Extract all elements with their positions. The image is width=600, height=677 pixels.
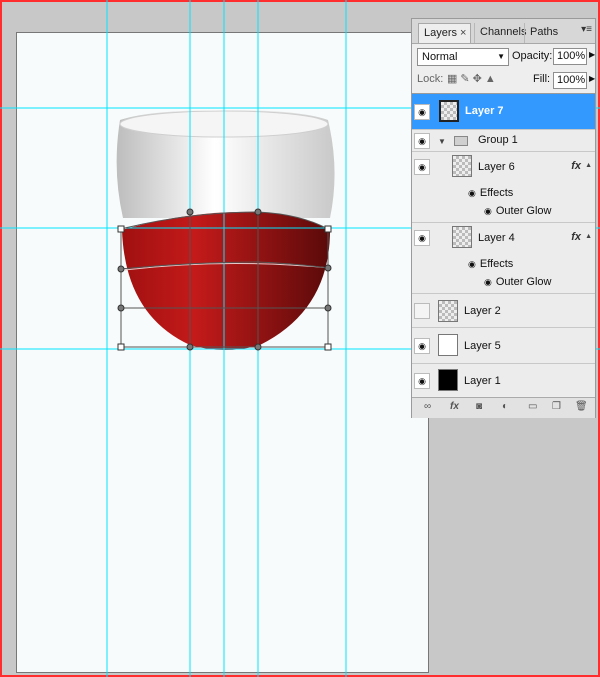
layer-name: Layer 1 xyxy=(464,375,501,387)
opacity-slider-arrow-icon[interactable]: ▶ xyxy=(589,50,595,59)
tab-paths[interactable]: Paths xyxy=(524,23,562,43)
layers-panel: Layers × Channels Paths ▾≡ Normal ▼ Opaci… xyxy=(411,18,596,418)
collapse-effects-icon[interactable]: ▲ xyxy=(585,233,592,240)
eye-icon[interactable]: ◉ xyxy=(468,259,476,270)
fx-icon[interactable]: fx xyxy=(450,401,459,412)
adjustment-icon[interactable]: ◐ xyxy=(502,401,508,412)
fill-field[interactable]: 100% xyxy=(553,72,587,89)
lock-icons[interactable]: ▦✎✥▲ xyxy=(447,72,499,85)
tab-channels[interactable]: Channels xyxy=(474,23,530,43)
layer-row-layer-1[interactable]: ◉ Layer 1 xyxy=(412,364,595,396)
effects-label: ◉ Effects xyxy=(468,187,513,199)
new-group-icon[interactable]: ▭ xyxy=(528,401,537,412)
layers-list: ◉ Layer 7 ◉ ▼ Group 1 ◉ Layer 6 fx ▲ ◉ Ef… xyxy=(412,93,595,396)
layer-name: Layer 2 xyxy=(464,305,501,317)
fill-slider-arrow-icon[interactable]: ▶ xyxy=(589,74,595,83)
fx-icon[interactable]: fx xyxy=(571,231,581,243)
link-icon[interactable]: ∞ xyxy=(424,401,431,412)
panel-tabbar: Layers × Channels Paths ▾≡ xyxy=(412,19,595,44)
lock-label: Lock: xyxy=(417,73,444,85)
effect-outer-glow: ◉ Outer Glow xyxy=(484,205,552,217)
triangle-down-icon[interactable]: ▼ xyxy=(438,137,446,146)
fill-label: Fill: xyxy=(533,73,551,85)
layer-1-thumbnail xyxy=(438,369,458,391)
layer-7-thumbnail xyxy=(439,100,459,122)
lock-row: Lock: ▦✎✥▲ Fill: 100% ▶ xyxy=(412,69,595,91)
layer-name: Group 1 xyxy=(478,134,518,146)
effect-outer-glow: ◉ Outer Glow xyxy=(484,276,552,288)
layer-row-group-1[interactable]: ◉ ▼ Group 1 xyxy=(412,130,595,152)
layer-name: Layer 7 xyxy=(465,105,504,117)
eye-icon[interactable]: ◉ xyxy=(484,206,492,217)
folder-icon xyxy=(454,136,468,146)
opacity-label: Opacity: xyxy=(512,50,553,62)
eye-icon[interactable]: ◉ xyxy=(414,133,430,149)
eye-icon[interactable]: ◉ xyxy=(414,230,430,246)
effects-text: Effects xyxy=(479,258,514,270)
eye-icon[interactable]: ◉ xyxy=(414,104,430,120)
layer-6-thumbnail xyxy=(452,155,472,177)
blend-mode-value: Normal xyxy=(422,51,458,63)
tab-layers[interactable]: Layers × xyxy=(418,23,472,43)
effect-text: Outer Glow xyxy=(495,276,552,288)
layer-row-layer-2[interactable]: ◉ Layer 2 xyxy=(412,294,595,328)
brush-icon[interactable]: ✎ xyxy=(460,73,472,85)
layer-name: Layer 4 xyxy=(478,232,515,244)
layer-row-layer-5[interactable]: ◉ Layer 5 xyxy=(412,328,595,364)
eye-icon[interactable]: ◉ xyxy=(484,277,492,288)
collapse-effects-icon[interactable]: ▲ xyxy=(585,162,592,169)
eye-icon[interactable]: ◉ xyxy=(414,303,430,319)
layer-4-thumbnail xyxy=(452,226,472,248)
layer-row-layer-7[interactable]: ◉ Layer 7 xyxy=(412,94,595,130)
eye-icon[interactable]: ◉ xyxy=(414,159,430,175)
layer-row-layer-6[interactable]: ◉ Layer 6 fx ▲ ◉ Effects ◉ Outer Glow xyxy=(412,152,595,223)
tab-paths-label: Paths xyxy=(530,26,559,38)
lock-transparent-icon[interactable]: ▦ xyxy=(447,73,460,85)
panel-menu-icon[interactable]: ▾≡ xyxy=(581,24,592,35)
layer-row-layer-4[interactable]: ◉ Layer 4 fx ▲ ◉ Effects ◉ Outer Glow xyxy=(412,223,595,294)
trash-icon[interactable]: 🗑 xyxy=(575,401,588,412)
wine-liquid xyxy=(122,211,330,350)
layers-panel-footer: ∞ fx ◙ ◐ ▭ ❐ 🗑 xyxy=(412,397,595,418)
layer-name: Layer 5 xyxy=(464,340,501,352)
layer-2-thumbnail xyxy=(438,300,458,322)
effect-text: Outer Glow xyxy=(495,205,552,217)
layer-name: Layer 6 xyxy=(478,161,515,173)
eye-icon[interactable]: ◉ xyxy=(414,338,430,354)
lock-icon[interactable]: ▲ xyxy=(485,73,499,85)
effects-text: Effects xyxy=(479,187,514,199)
layer-5-thumbnail xyxy=(438,334,458,356)
effects-label: ◉ Effects xyxy=(468,258,513,270)
move-icon[interactable]: ✥ xyxy=(473,73,485,85)
close-icon[interactable]: × xyxy=(460,27,466,39)
photoshop-workspace: Layers × Channels Paths ▾≡ Normal ▼ Opaci… xyxy=(0,0,600,677)
fx-icon[interactable]: fx xyxy=(571,160,581,172)
mask-icon[interactable]: ◙ xyxy=(476,401,482,412)
new-layer-icon[interactable]: ❐ xyxy=(552,401,561,412)
blend-mode-select[interactable]: Normal ▼ xyxy=(417,48,509,66)
eye-icon[interactable]: ◉ xyxy=(468,188,476,199)
chevron-down-icon: ▼ xyxy=(497,52,505,61)
tab-layers-label: Layers xyxy=(424,27,458,39)
eye-icon[interactable]: ◉ xyxy=(414,373,430,389)
opacity-field[interactable]: 100% xyxy=(553,48,587,65)
tab-channels-label: Channels xyxy=(480,26,527,38)
